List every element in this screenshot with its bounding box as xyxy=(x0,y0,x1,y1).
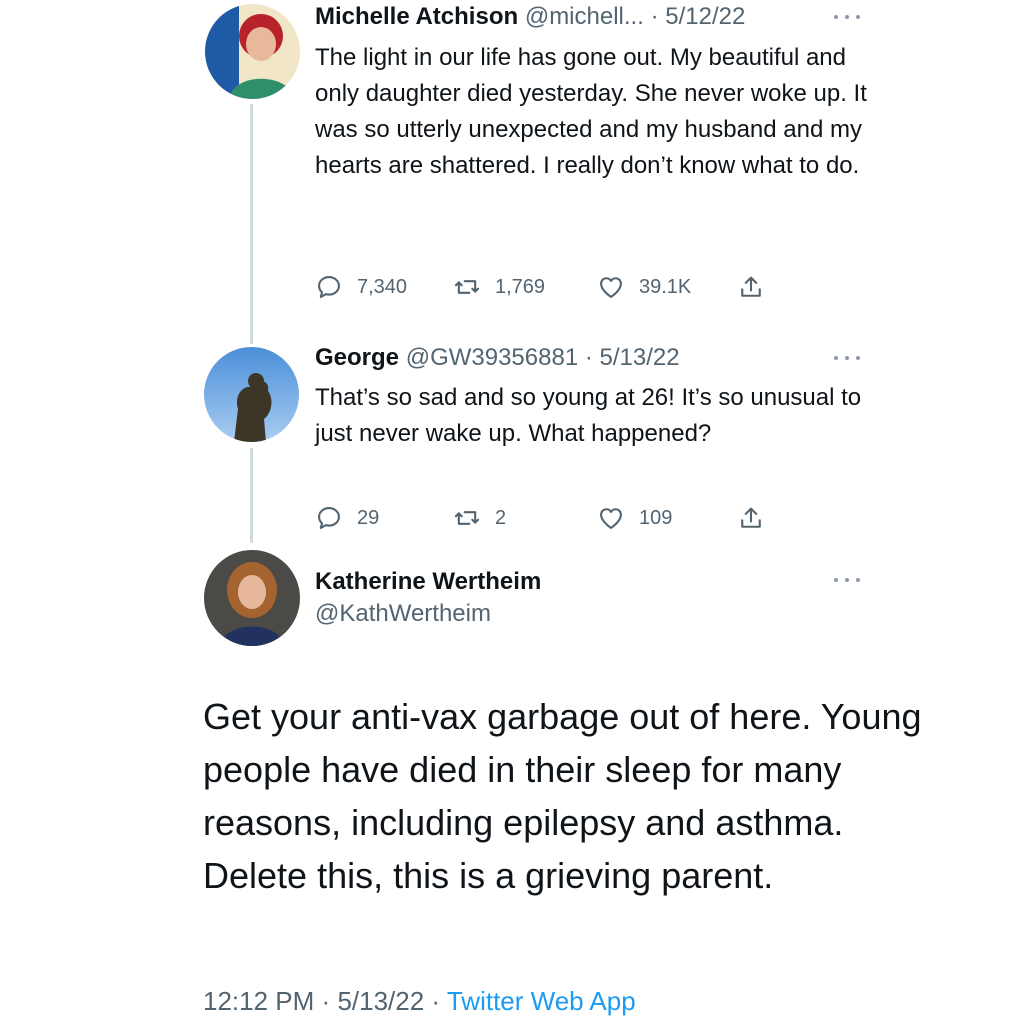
reply-button[interactable]: 7,340 xyxy=(315,272,407,302)
share-icon xyxy=(741,276,761,297)
like-count: 109 xyxy=(639,506,673,529)
retweet-button[interactable]: 2 xyxy=(453,503,506,533)
author-name[interactable]: George xyxy=(315,344,399,371)
like-button[interactable]: 109 xyxy=(597,503,672,533)
more-icon[interactable] xyxy=(834,12,860,22)
tweet-time[interactable]: 12:12 PM xyxy=(203,986,314,1016)
reply-icon xyxy=(318,276,340,298)
author-name[interactable]: Katherine Wertheim xyxy=(315,566,541,598)
tweet-meta: 12:12 PM · 5/13/22 · Twitter Web App xyxy=(203,986,636,1017)
share-button[interactable] xyxy=(737,272,765,302)
like-icon xyxy=(600,508,622,529)
main-tweet-text: Get your anti-vax garbage out of here. Y… xyxy=(203,696,922,896)
share-button[interactable] xyxy=(737,503,765,533)
tweet-text: That’s so sad and so young at 26! It’s s… xyxy=(315,384,862,447)
separator: · xyxy=(584,344,593,371)
avatar-katherine[interactable] xyxy=(204,550,300,646)
more-icon[interactable] xyxy=(834,575,860,585)
separator: · xyxy=(431,986,441,1016)
share-icon xyxy=(741,507,761,528)
retweet-button[interactable]: 1,769 xyxy=(453,272,545,302)
separator: · xyxy=(650,3,659,30)
tweet-header: Michelle Atchison @michell... · 5/12/22 xyxy=(315,2,745,32)
like-count: 39.1K xyxy=(639,275,692,298)
author-handle[interactable]: @michell... xyxy=(525,3,644,30)
reply-button[interactable]: 29 xyxy=(315,503,379,533)
avatar-george[interactable] xyxy=(204,347,299,442)
thread-connector xyxy=(250,104,253,344)
retweet-icon xyxy=(454,280,480,294)
tweet-text: The light in our life has gone out. My b… xyxy=(315,44,867,179)
like-icon xyxy=(600,277,622,298)
author-block: Katherine Wertheim @KathWertheim xyxy=(315,566,541,630)
retweet-count: 2 xyxy=(495,506,507,529)
tweet-date[interactable]: 5/12/22 xyxy=(665,3,745,30)
source-app-link[interactable]: Twitter Web App xyxy=(447,986,636,1016)
reply-count: 7,340 xyxy=(357,275,408,298)
author-name[interactable]: Michelle Atchison xyxy=(315,3,518,30)
tweet-header: George @GW39356881 · 5/13/22 xyxy=(315,343,680,373)
tweet-date[interactable]: 5/13/22 xyxy=(600,344,680,371)
tweet-date[interactable]: 5/13/22 xyxy=(337,986,424,1016)
retweet-count: 1,769 xyxy=(495,275,546,298)
reply-icon xyxy=(318,507,340,529)
like-button[interactable]: 39.1K xyxy=(597,272,691,302)
author-handle[interactable]: @KathWertheim xyxy=(315,598,541,630)
reply-count: 29 xyxy=(357,506,380,529)
thread-connector xyxy=(250,448,253,543)
avatar-michelle[interactable] xyxy=(205,4,300,99)
retweet-icon xyxy=(454,511,480,525)
separator: · xyxy=(321,986,331,1016)
author-handle[interactable]: @GW39356881 xyxy=(406,344,578,371)
more-icon[interactable] xyxy=(834,353,860,363)
